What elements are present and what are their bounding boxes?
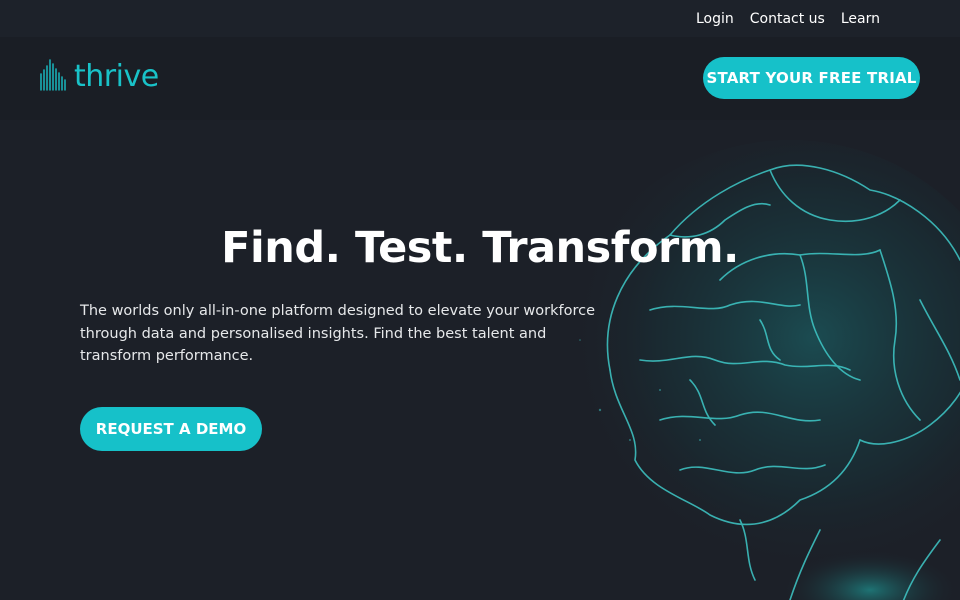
logo-wordmark: thrive xyxy=(74,58,159,94)
login-link[interactable]: Login xyxy=(696,11,734,27)
top-utility-nav: Login Contact us Learn xyxy=(0,0,960,37)
main-header: thrive START YOUR FREE TRIAL xyxy=(0,37,960,120)
hero-subtitle: The worlds only all-in-one platform desi… xyxy=(80,303,596,364)
sound-wave-icon xyxy=(40,59,66,91)
request-demo-button[interactable]: REQUEST A DEMO xyxy=(80,407,262,451)
hero-title: Find. Test. Transform. xyxy=(221,223,739,273)
brain-illustration xyxy=(560,140,960,600)
learn-link[interactable]: Learn xyxy=(841,11,880,27)
start-free-trial-button[interactable]: START YOUR FREE TRIAL xyxy=(703,57,920,99)
hero-section: Find. Test. Transform. The worlds only a… xyxy=(0,120,960,600)
logo[interactable]: thrive xyxy=(40,56,159,96)
contact-us-link[interactable]: Contact us xyxy=(750,11,825,27)
